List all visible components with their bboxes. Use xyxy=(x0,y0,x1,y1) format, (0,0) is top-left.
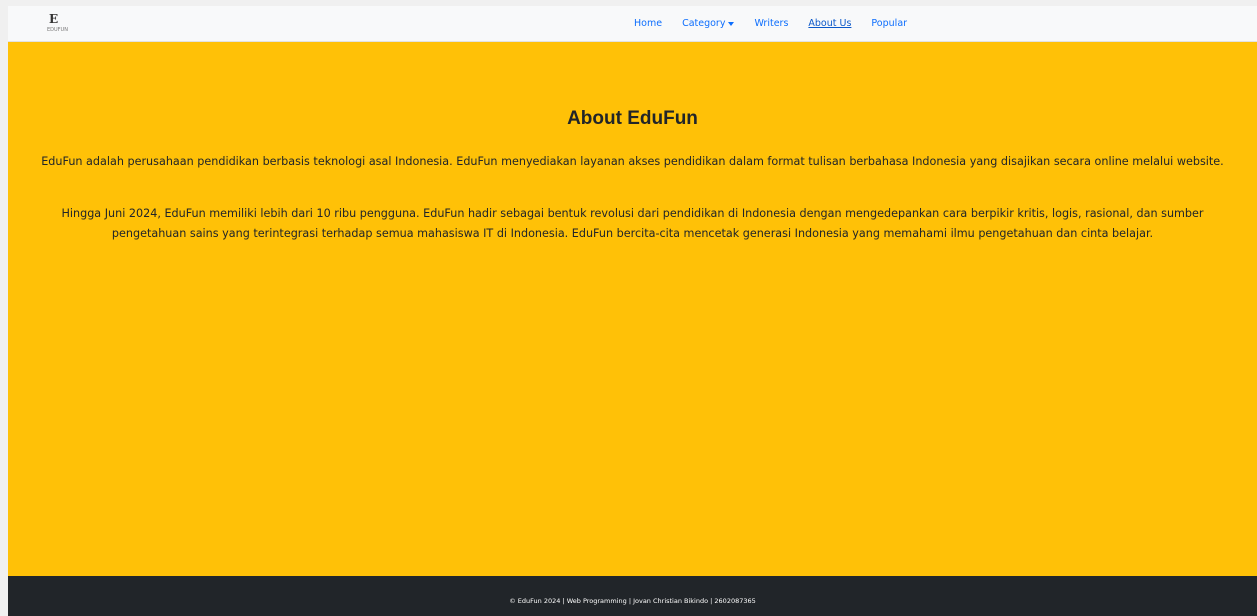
brand-logo[interactable]: E EDUFUN xyxy=(46,12,68,34)
about-section: About EduFun EduFun adalah perusahaan pe… xyxy=(8,42,1257,244)
nav-category-label: Category xyxy=(682,18,726,29)
about-paragraph-2: Hingga Juni 2024, EduFun memiliki lebih … xyxy=(61,207,1204,240)
page-title: About EduFun xyxy=(567,108,698,129)
footer-copyright: © EduFun 2024 | Web Programming | Jovan … xyxy=(509,597,756,605)
nav-about-us-link[interactable]: About Us xyxy=(808,18,851,29)
nav-home-link[interactable]: Home xyxy=(634,18,662,29)
nav-links: Home Category Writers About Us Popular xyxy=(634,6,907,41)
about-paragraph-1: EduFun adalah perusahaan pendidikan berb… xyxy=(41,155,1224,168)
page: E EDUFUN Home Category Writers About Us … xyxy=(8,6,1257,616)
nav-category-dropdown[interactable]: Category xyxy=(682,18,735,29)
footer: © EduFun 2024 | Web Programming | Jovan … xyxy=(8,576,1257,616)
nav-writers-link[interactable]: Writers xyxy=(754,18,788,29)
nav-popular-link[interactable]: Popular xyxy=(871,18,907,29)
logo-caption: EDUFUN xyxy=(47,27,68,33)
logo-mark: E xyxy=(49,12,58,26)
navbar: E EDUFUN Home Category Writers About Us … xyxy=(8,6,1257,42)
caret-down-icon xyxy=(728,21,735,26)
